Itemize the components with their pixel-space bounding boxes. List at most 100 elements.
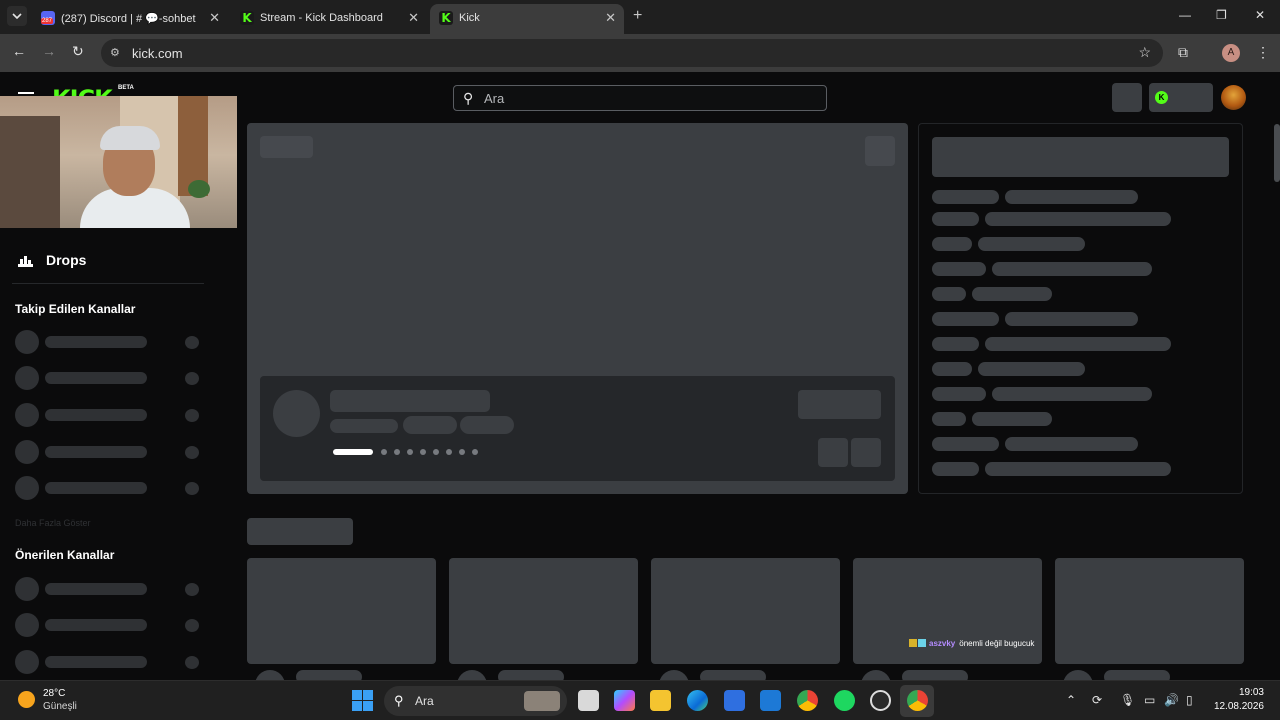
battery-icon[interactable]: ▯ [1186,693,1193,707]
microphone-icon[interactable]: 🎙 [1120,693,1135,707]
user-avatar[interactable] [1221,85,1246,110]
menu-icon[interactable] [18,92,34,94]
stream-card-skeleton[interactable] [853,558,1042,664]
skeleton-button [865,136,895,166]
forward-button[interactable]: → [42,43,56,59]
stream-chat-overlay: aszvky önemli değil bugucuk [909,639,1034,648]
tab-discord[interactable]: (287) Discord | # 💬-sohbet ✕ [32,4,228,34]
edge-icon[interactable] [687,690,708,711]
browser-tabstrip: (287) Discord | # 💬-sohbet ✕ K Stream - … [0,0,1280,34]
tab-kick[interactable]: K Kick ✕ [430,4,624,34]
new-tab-button[interactable]: + [633,7,642,25]
skeleton-user [932,190,999,204]
channel-skeleton[interactable] [15,403,200,427]
skeleton-dot [185,583,199,596]
skeleton-dot [185,482,199,495]
chrome-icon[interactable] [907,690,928,711]
channel-skeleton[interactable] [15,476,200,500]
stream-card-skeleton[interactable] [449,558,638,664]
weather-condition[interactable]: Güneşli [43,701,77,712]
skeleton-line [330,419,398,433]
star-icon[interactable]: ☆ [1138,44,1151,61]
carousel-indicator[interactable] [459,449,465,455]
chevron-up-icon[interactable]: ⌃ [1066,693,1076,707]
kick-balance-button[interactable]: K [1149,83,1213,112]
minimize-button[interactable]: — [1179,8,1191,22]
taskbar-clock[interactable]: 19:03 [1216,687,1264,698]
tab-close-icon[interactable]: ✕ [408,10,419,26]
channel-skeleton[interactable] [15,440,200,464]
window-close-button[interactable]: ✕ [1255,8,1265,22]
network-icon[interactable]: ▭ [1144,693,1155,707]
tab-close-icon[interactable]: ✕ [605,10,616,26]
taskbar-search[interactable]: ⚲ Ara [384,686,567,716]
carousel-indicator[interactable] [472,449,478,455]
skeleton-tag [460,416,514,434]
carousel-prev-button[interactable] [818,438,848,467]
outlook-icon[interactable] [760,690,781,711]
restore-button[interactable]: ❐ [1216,8,1227,22]
obs-icon[interactable] [870,690,891,711]
copilot-icon[interactable] [614,690,635,711]
carousel-indicator[interactable] [433,449,439,455]
show-more-link[interactable]: Daha Fazla Göster [15,518,91,528]
featured-carousel[interactable] [247,123,908,494]
sun-icon[interactable] [18,691,35,708]
channel-skeleton[interactable] [15,577,200,601]
volume-icon[interactable]: 🔊 [1164,693,1179,707]
channel-skeleton[interactable] [15,366,200,390]
back-button[interactable]: ← [12,43,26,59]
stream-card-skeleton[interactable] [1055,558,1244,664]
profile-avatar[interactable]: A [1222,44,1240,62]
skeleton-tag [403,416,457,434]
reload-button[interactable]: ↻ [72,43,84,60]
taskbar-date[interactable]: 12.08.2026 [1212,701,1264,712]
carousel-indicator[interactable] [394,449,400,455]
file-explorer-icon[interactable] [650,690,671,711]
start-button[interactable] [352,690,373,711]
sync-icon[interactable]: ⟳ [1092,693,1102,707]
chat-message-text: önemli değil bugucuk [959,639,1035,648]
header-button-skeleton[interactable] [1112,83,1142,112]
stream-card-skeleton[interactable] [247,558,436,664]
chrome-icon[interactable] [797,690,818,711]
recommended-channels-heading: Önerilen Kanallar [15,548,115,562]
page-scrollbar[interactable] [1274,124,1280,182]
discord-favicon-icon [41,11,55,25]
followed-channels-heading: Takip Edilen Kanallar [15,302,136,316]
extensions-icon[interactable]: ⧉ [1178,44,1188,61]
task-view-icon[interactable] [578,690,599,711]
search-input[interactable] [484,89,804,107]
address-bar[interactable]: ⚙ kick.com ☆ [101,39,1163,67]
stream-card-skeleton[interactable] [651,558,840,664]
skeleton-avatar [1063,670,1093,680]
channel-skeleton[interactable] [15,330,200,354]
spotify-icon[interactable] [834,690,855,711]
skeleton-watch-button[interactable] [798,390,881,419]
tab-kick-dashboard[interactable]: K Stream - Kick Dashboard ✕ [231,4,427,34]
webcam-shelf [0,116,60,228]
weather-temperature[interactable]: 28°C [43,688,65,699]
carousel-indicator[interactable] [381,449,387,455]
channel-skeleton[interactable] [15,613,200,637]
carousel-indicator-active[interactable] [333,449,373,455]
carousel-indicator[interactable] [407,449,413,455]
microsoft-store-icon[interactable] [724,690,745,711]
carousel-next-button[interactable] [851,438,881,467]
carousel-indicator[interactable] [420,449,426,455]
channel-skeleton[interactable] [15,650,200,674]
windows-logo-tile [363,690,373,700]
skeleton-user [932,262,986,276]
tab-search-button[interactable] [7,6,27,26]
search-bar[interactable]: ⚲ [453,85,827,111]
site-info-icon[interactable]: ⚙ [110,46,120,59]
skeleton-line [296,670,362,680]
more-menu-icon[interactable]: ⋮ [1256,44,1270,61]
skeleton-line [902,670,968,680]
skeleton-badge [260,136,313,158]
tab-close-icon[interactable]: ✕ [209,10,220,26]
url-text[interactable]: kick.com [132,46,183,61]
search-highlight-image [524,691,560,711]
carousel-indicator[interactable] [446,449,452,455]
browser-toolbar: ← → ↻ ⚙ kick.com ☆ ⧉ A ⋮ [0,34,1280,72]
